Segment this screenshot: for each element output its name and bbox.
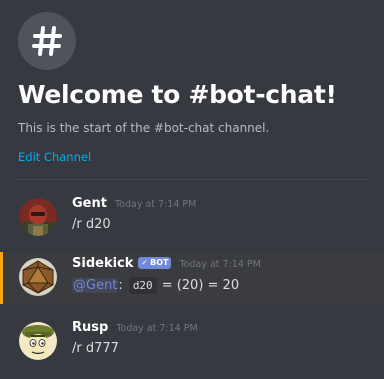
welcome-subtitle: This is the start of the #bot-chat chann… (18, 121, 270, 135)
message-content: /r d777 (72, 341, 119, 356)
bot-tag-label: BOT (150, 258, 169, 267)
message-content: @Gent : d20 = (20) = 20 (72, 277, 239, 294)
channel-hash-badge (18, 12, 76, 70)
bot-tag: ✓ BOT (138, 256, 172, 269)
cartoon-soldier-avatar-icon (19, 322, 57, 360)
edit-channel-link[interactable]: Edit Channel (18, 150, 91, 164)
message-text: /r d20 (72, 217, 111, 232)
avatar[interactable] (19, 258, 57, 296)
timestamp: Today at 7:14 PM (116, 323, 198, 334)
user-mention[interactable]: @Gent (72, 278, 119, 293)
roll-result: = (20) = 20 (161, 278, 240, 293)
hash-icon (32, 26, 62, 56)
inline-code: d20 (128, 277, 157, 294)
red-masked-figure-avatar-icon (19, 198, 57, 236)
username[interactable]: Gent (72, 196, 107, 211)
message-gent: Gent Today at 7:14 PM /r d20 (0, 192, 384, 248)
avatar[interactable] (19, 322, 57, 360)
username[interactable]: Sidekick (72, 256, 133, 271)
username[interactable]: Rusp (72, 320, 108, 335)
avatar[interactable] (19, 198, 57, 236)
timestamp: Today at 7:14 PM (179, 259, 261, 270)
message-rusp: Rusp Today at 7:14 PM /r d777 (0, 316, 384, 372)
d20-die-avatar-icon (19, 258, 57, 296)
message-sidekick: Sidekick ✓ BOT Today at 7:14 PM @Gent : … (0, 252, 384, 304)
mention-suffix: : (118, 278, 123, 293)
check-icon: ✓ (141, 258, 149, 267)
divider (16, 179, 368, 180)
message-text: /r d777 (72, 341, 119, 356)
timestamp: Today at 7:14 PM (114, 199, 197, 210)
mention-highlight-bar (0, 252, 3, 304)
message-content: /r d20 (72, 217, 111, 232)
welcome-title: Welcome to #bot-chat! (18, 80, 337, 109)
